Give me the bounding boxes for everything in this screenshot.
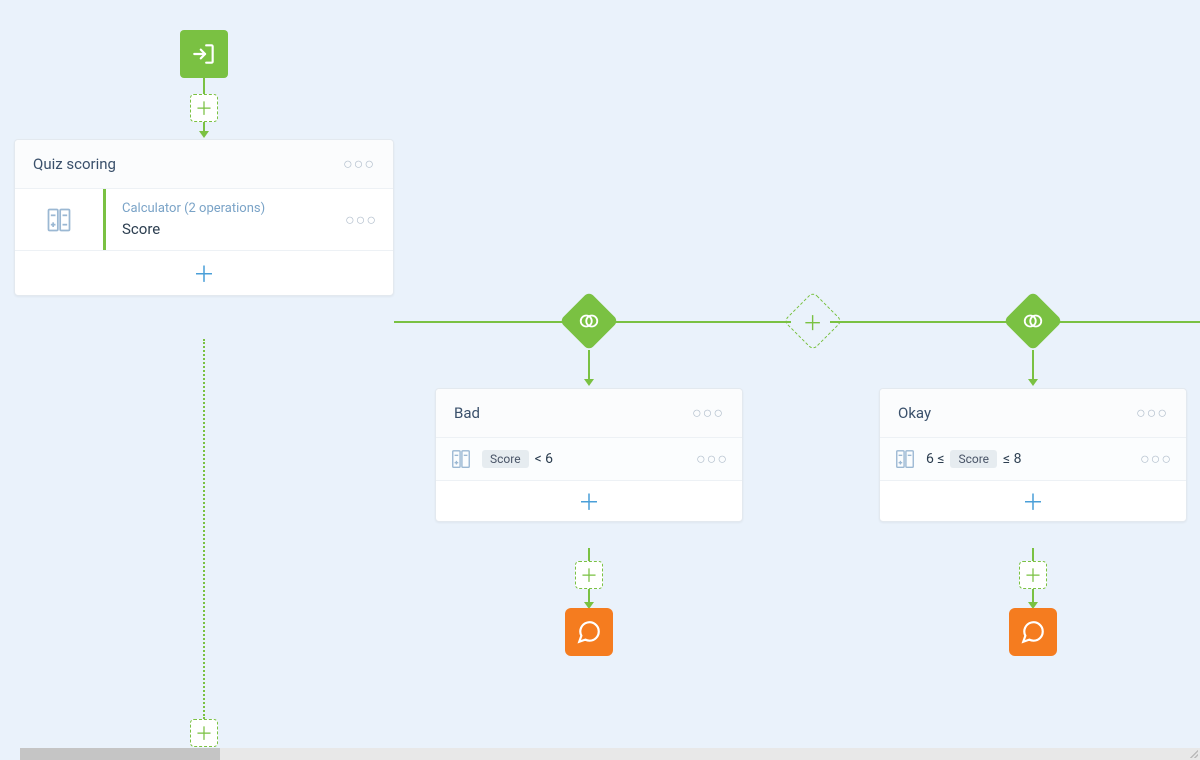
add-condition[interactable]: ＋ bbox=[436, 481, 742, 521]
connector bbox=[611, 321, 791, 323]
row-more-menu[interactable]: ○○○ bbox=[1140, 449, 1172, 469]
card-title: Okay bbox=[898, 404, 931, 422]
okay-card[interactable]: Okay ○○○ 6 ≤ Score ≤ 8 ○○○ ＋ bbox=[879, 388, 1187, 522]
condition-row[interactable]: Score < 6 ○○○ bbox=[436, 438, 742, 481]
card-header: Quiz scoring ○○○ bbox=[15, 140, 393, 189]
card-header: Okay ○○○ bbox=[880, 389, 1186, 438]
message-node[interactable] bbox=[1009, 608, 1057, 656]
message-node[interactable] bbox=[565, 608, 613, 656]
horizontal-scrollbar[interactable] bbox=[20, 748, 1200, 760]
arrow-down-icon bbox=[199, 131, 209, 138]
calculator-icon bbox=[45, 206, 73, 234]
card-title: Quiz scoring bbox=[33, 155, 116, 173]
variable-tag: Score bbox=[482, 450, 529, 468]
condition-post: ≤ 8 bbox=[1003, 451, 1021, 467]
row-more-menu[interactable]: ○○○ bbox=[345, 210, 377, 230]
connector bbox=[203, 78, 205, 94]
calculator-row[interactable]: Calculator (2 operations) Score ○○○ bbox=[15, 189, 393, 251]
bad-card[interactable]: Bad ○○○ Score < 6 ○○○ ＋ bbox=[435, 388, 743, 522]
connector bbox=[830, 321, 1010, 323]
row-more-menu[interactable]: ○○○ bbox=[696, 449, 728, 469]
connector bbox=[394, 321, 566, 323]
chat-icon bbox=[1020, 619, 1046, 645]
add-step-slot[interactable]: ＋ bbox=[190, 719, 218, 747]
scrollbar-thumb[interactable] bbox=[20, 748, 220, 760]
filter-icon bbox=[578, 310, 600, 332]
filter-icon bbox=[1022, 310, 1044, 332]
connector bbox=[1055, 321, 1200, 323]
calculator-icon bbox=[894, 448, 916, 470]
decision-node[interactable] bbox=[559, 291, 618, 350]
more-menu[interactable]: ○○○ bbox=[1136, 403, 1168, 423]
enter-icon bbox=[191, 41, 217, 67]
add-branch-node[interactable]: ＋ bbox=[783, 291, 842, 350]
connector bbox=[588, 548, 590, 561]
add-step-slot[interactable]: ＋ bbox=[190, 94, 218, 122]
variable-tag: Score bbox=[950, 450, 997, 468]
flow-canvas[interactable]: ＋ Quiz scoring ○○○ bbox=[0, 0, 1200, 760]
more-menu[interactable]: ○○○ bbox=[692, 403, 724, 423]
resize-grip[interactable] bbox=[1188, 748, 1198, 758]
chat-icon bbox=[576, 619, 602, 645]
add-step-slot[interactable]: ＋ bbox=[1019, 561, 1047, 589]
condition-operator: < 6 bbox=[535, 451, 553, 467]
add-step-slot[interactable]: ＋ bbox=[575, 561, 603, 589]
quiz-scoring-card[interactable]: Quiz scoring ○○○ bbox=[14, 139, 394, 296]
connector bbox=[588, 350, 590, 380]
card-title: Bad bbox=[454, 404, 480, 422]
card-header: Bad ○○○ bbox=[436, 389, 742, 438]
add-condition[interactable]: ＋ bbox=[880, 481, 1186, 521]
start-node[interactable] bbox=[180, 30, 228, 78]
decision-node[interactable] bbox=[1003, 291, 1062, 350]
arrow-down-icon bbox=[1028, 379, 1038, 386]
connector bbox=[1032, 548, 1034, 561]
add-operation[interactable]: ＋ bbox=[15, 251, 393, 295]
calc-subtitle: Calculator (2 operations) bbox=[122, 201, 265, 216]
condition-row[interactable]: 6 ≤ Score ≤ 8 ○○○ bbox=[880, 438, 1186, 481]
connector bbox=[588, 589, 590, 603]
condition-pre: 6 ≤ bbox=[926, 451, 944, 467]
more-menu[interactable]: ○○○ bbox=[343, 154, 375, 174]
connector bbox=[1032, 350, 1034, 380]
arrow-down-icon bbox=[584, 379, 594, 386]
connector-dashed bbox=[203, 339, 205, 719]
connector bbox=[1032, 589, 1034, 603]
calc-variable: Score bbox=[122, 220, 265, 238]
calculator-icon bbox=[450, 448, 472, 470]
